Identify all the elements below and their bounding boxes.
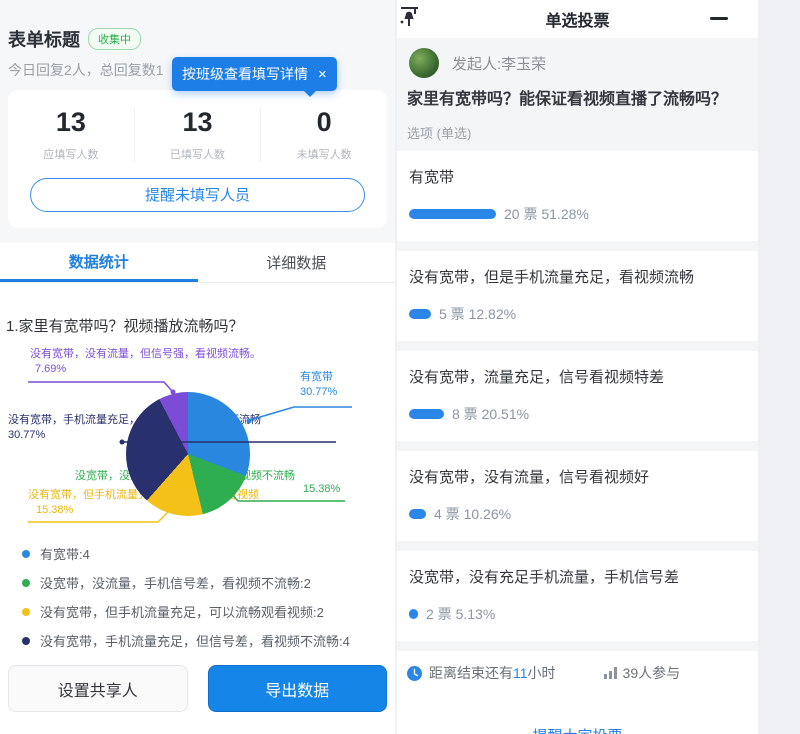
legend-item: 有宽带:4 xyxy=(22,539,395,568)
legend-dot-green xyxy=(22,579,30,587)
stat-value: 13 xyxy=(135,108,261,138)
tooltip-text: 按班级查看填写详情 xyxy=(182,64,308,84)
stat-filled: 13 已填写人数 xyxy=(134,108,261,162)
initiator-row: 发起人:李玉荣 xyxy=(397,38,758,86)
collecting-status-badge: 收集中 xyxy=(88,28,141,50)
pie-chart xyxy=(126,392,250,516)
vote-footer: 距离结束还有11小时 39人参与 提醒大家投票 xyxy=(397,651,758,734)
option-label: 没有宽带，流量充足，信号看视频特差 xyxy=(409,366,746,387)
tab-bar: 数据统计 详细数据 xyxy=(0,243,395,283)
countdown-text: 距离结束还有11小时 xyxy=(429,663,556,683)
legend-dot-blue xyxy=(22,550,30,558)
reply-summary: 今日回复2人，总回复数1 xyxy=(8,60,164,80)
pie-pct-green: 15.38% xyxy=(303,482,340,497)
vote-option-1[interactable]: 有宽带 20 票 51.28% xyxy=(397,151,758,241)
statistics-section: 数据统计 详细数据 1.家里有宽带吗？视频播放流畅吗？ 没有宽带，没有流量，但信… xyxy=(0,243,395,734)
option-bar xyxy=(409,409,444,419)
option-votes: 8 票 20.51% xyxy=(452,404,529,424)
export-data-button[interactable]: 导出数据 xyxy=(208,665,388,712)
pin-icon[interactable] xyxy=(399,5,421,36)
class-detail-tooltip[interactable]: 按班级查看填写详情 × xyxy=(172,57,337,91)
option-bar xyxy=(409,509,426,519)
close-icon[interactable]: × xyxy=(318,67,327,82)
stat-unfilled: 0 未填写人数 xyxy=(260,108,387,162)
option-votes: 2 票 5.13% xyxy=(426,604,495,624)
stat-expected: 13 应填写人数 xyxy=(8,108,134,162)
pie-label-blue: 有宽带 30.77% xyxy=(300,370,337,400)
legend-dot-navy xyxy=(22,637,30,645)
option-label: 有宽带 xyxy=(409,166,746,187)
tab-data-statistics[interactable]: 数据统计 xyxy=(0,243,198,282)
vote-option-2[interactable]: 没有宽带，但是手机流量充足，看视频流畅 5 票 12.82% xyxy=(397,251,758,341)
vote-title: 单选投票 xyxy=(545,7,609,31)
bar-chart-icon xyxy=(604,667,618,679)
options-label: 选项 (单选) xyxy=(397,111,758,151)
option-label: 没宽带，没有充足手机流量，手机信号差 xyxy=(409,566,746,587)
stat-label: 已填写人数 xyxy=(135,146,261,162)
chart-legend: 有宽带:4 没宽带，没流量，手机信号差，看视频不流畅:2 没有宽带，但手机流量充… xyxy=(22,539,395,655)
stat-label: 应填写人数 xyxy=(8,146,134,162)
remind-vote-link[interactable]: 提醒大家投票 xyxy=(397,725,758,734)
option-label: 没有宽带，没有流量，信号看视频好 xyxy=(409,466,746,487)
pie-label-purple: 没有宽带，没有流量，但信号强，看视频流畅。 7.69% xyxy=(30,347,261,377)
form-title: 表单标题 xyxy=(8,26,80,52)
option-bar xyxy=(409,209,496,219)
form-header: 表单标题 收集中 xyxy=(8,26,141,52)
option-votes: 5 票 12.82% xyxy=(439,304,516,324)
countdown-value: 11 xyxy=(513,665,528,681)
legend-item: 没有宽带，手机流量充足，但信号差，看视频不流畅:4 xyxy=(22,626,395,655)
participants: 39人参与 xyxy=(604,663,681,683)
option-bar xyxy=(409,609,418,619)
remind-unfilled-button[interactable]: 提醒未填写人员 xyxy=(30,178,365,212)
vote-option-5[interactable]: 没宽带，没有充足手机流量，手机信号差 2 票 5.13% xyxy=(397,551,758,641)
option-votes: 4 票 10.26% xyxy=(434,504,511,524)
fill-stats-card: 13 应填写人数 13 已填写人数 0 未填写人数 提醒未填写人员 xyxy=(8,90,387,228)
set-sharers-button[interactable]: 设置共享人 xyxy=(8,665,188,712)
legend-item: 没有宽带，但手机流量充足，可以流畅观看视频:2 xyxy=(22,597,395,626)
stat-value: 13 xyxy=(8,108,134,138)
option-votes: 20 票 51.28% xyxy=(504,204,589,224)
form-stats-panel: 表单标题 收集中 今日回复2人，总回复数1 按班级查看填写详情 × 13 应填写… xyxy=(0,0,395,734)
chart-question-title: 1.家里有宽带吗？视频播放流畅吗？ xyxy=(6,315,395,336)
option-label: 没有宽带，但是手机流量充足，看视频流畅 xyxy=(409,266,746,287)
vote-header: 单选投票 xyxy=(397,0,758,38)
option-bar xyxy=(409,309,431,319)
stat-label: 未填写人数 xyxy=(261,146,387,162)
tab-detailed-data[interactable]: 详细数据 xyxy=(198,243,396,282)
vote-option-3[interactable]: 没有宽带，流量充足，信号看视频特差 8 票 20.51% xyxy=(397,351,758,441)
initiator-name: 发起人:李玉荣 xyxy=(452,53,546,74)
vote-question: 家里有宽带吗？能保证看视频直播了流畅吗？ xyxy=(397,86,758,111)
legend-dot-yellow xyxy=(22,608,30,616)
vote-panel: 单选投票 发起人:李玉荣 家里有宽带吗？能保证看视频直播了流畅吗？ 选项 (单选… xyxy=(397,0,758,734)
legend-item: 没宽带，没流量，手机信号差，看视频不流畅:2 xyxy=(22,568,395,597)
clock-icon xyxy=(407,666,422,681)
vote-option-4[interactable]: 没有宽带，没有流量，信号看视频好 4 票 10.26% xyxy=(397,451,758,541)
stat-value: 0 xyxy=(261,108,387,138)
pie-chart-region: 没有宽带，没有流量，但信号强，看视频流畅。 7.69% 有宽带 30.77% 没… xyxy=(0,339,395,537)
avatar[interactable] xyxy=(409,48,439,78)
bottom-action-bar: 设置共享人 导出数据 xyxy=(8,665,387,712)
minimize-icon[interactable] xyxy=(710,17,728,20)
